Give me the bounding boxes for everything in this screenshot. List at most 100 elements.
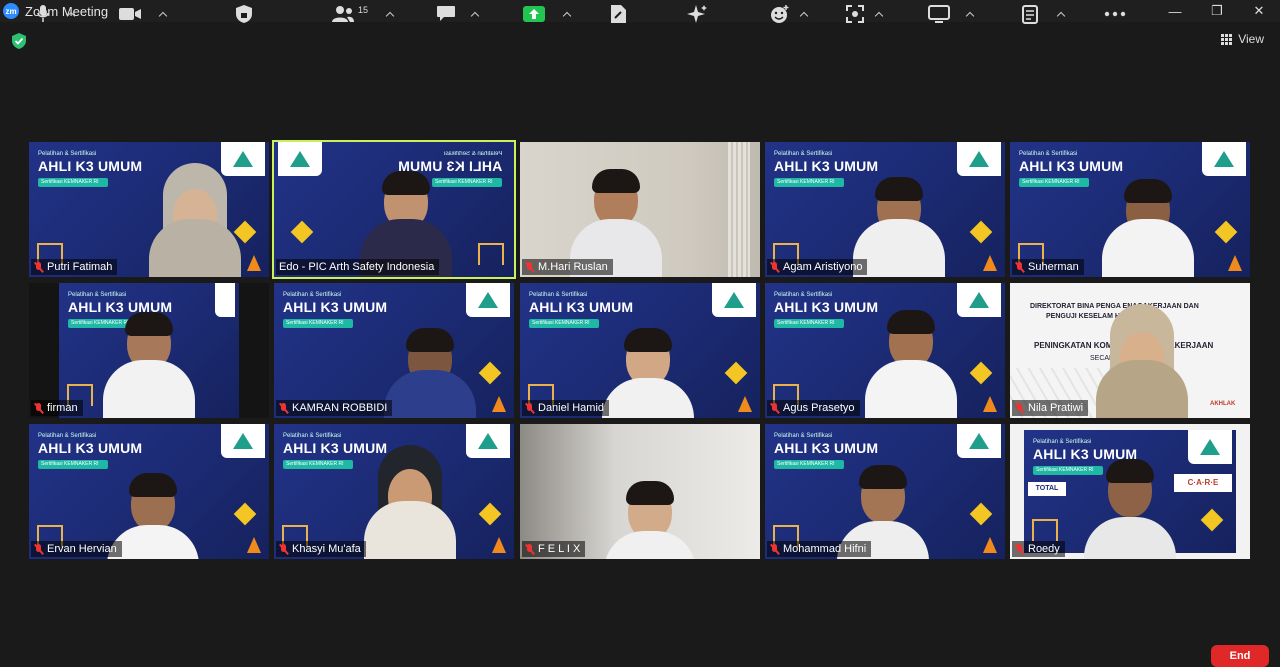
participant-name-tag: M.Hari Ruslan [522, 259, 613, 275]
warning-sign-icon [969, 361, 993, 385]
whiteboard-button[interactable] [608, 4, 628, 24]
video-tile[interactable]: M.Hari Ruslan [520, 142, 760, 277]
close-button[interactable]: ✕ [1238, 0, 1280, 22]
participant-video [1096, 304, 1188, 418]
view-options-button[interactable] [928, 4, 950, 24]
crane-icon [1032, 519, 1058, 541]
banner-pill: Sertifikasi KEMNAKER RI [283, 319, 353, 328]
video-tile[interactable]: Pelatihan & Sertifikasi AHLI K3 UMUM Ser… [520, 283, 760, 418]
end-meeting-button[interactable]: End [1211, 645, 1269, 667]
breakout-button[interactable] [845, 4, 865, 24]
caret-up-icon [1056, 11, 1066, 21]
participant-name: Putri Fatimah [47, 261, 113, 273]
video-tile[interactable]: Pelatihan & Sertifikasi AHLI K3 UMUM Ser… [765, 424, 1005, 559]
video-camera-icon [119, 8, 141, 20]
banner-title: AHLI K3 UMUM [283, 299, 388, 315]
participant-name: Agus Prasetyo [783, 402, 855, 414]
video-tile[interactable]: Pelatihan & Sertifikasi AHLI K3 UMUM Ser… [1010, 142, 1250, 277]
zoom-logo-icon: zm [3, 3, 19, 19]
traffic-cone-icon [738, 396, 752, 412]
traffic-cone-icon [247, 255, 261, 271]
more-button[interactable] [1104, 4, 1126, 24]
warning-sign-icon [969, 220, 993, 244]
participants-options-caret[interactable] [385, 4, 395, 24]
participant-name-tag: Roedy [1012, 541, 1065, 557]
participants-button[interactable]: 15 [331, 4, 368, 24]
view-options-caret[interactable] [965, 4, 975, 24]
company-logo-icon [1202, 142, 1246, 176]
video-tile[interactable]: Pelatihan & Sertifikasi AHLI K3 UMUM Ser… [29, 424, 269, 559]
banner-subtitle: Pelatihan & Sertifikasi [68, 292, 127, 298]
muted-mic-icon [34, 543, 43, 555]
participant-video [604, 451, 696, 559]
notes-button[interactable] [1021, 4, 1039, 24]
caret-up-icon [158, 11, 168, 21]
video-tile[interactable]: Pelatihan & Sertifikasi AHLI K3 UMUM Ser… [274, 283, 514, 418]
participant-name-tag: Agus Prasetyo [767, 400, 860, 416]
caret-up-icon [66, 11, 76, 21]
window-titlebar: zm Zoom Meeting — ❐ ✕ [0, 0, 1280, 22]
muted-mic-icon [279, 402, 288, 414]
reactions-button[interactable] [770, 4, 790, 24]
participant-name: Suherman [1028, 261, 1079, 273]
video-tile[interactable]: Pelatihan & Sertifikasi AHLI K3 UMUM Ser… [274, 424, 514, 559]
participant-name-tag: Putri Fatimah [31, 259, 118, 275]
traffic-cone-icon [983, 396, 997, 412]
banner-title: AHLI K3 UMUM [38, 158, 143, 174]
video-tile[interactable]: Pelatihan & Sertifikasi AHLI K3 UMUM Ser… [1010, 424, 1250, 559]
participant-name: Edo - PIC Arth Safety Indonesia [279, 261, 435, 273]
participant-video [1084, 451, 1176, 559]
muted-mic-icon [525, 402, 534, 414]
participant-name: M.Hari Ruslan [538, 261, 608, 273]
banner-pill: Sertifikasi KEMNAKER RI [774, 319, 844, 328]
restore-button[interactable]: ❐ [1196, 0, 1238, 22]
akhlak-logo: AKHLAK [1210, 401, 1236, 407]
breakout-options-caret[interactable] [874, 4, 884, 24]
participant-name-tag: F E L I X [522, 541, 586, 557]
warning-sign-icon [233, 502, 257, 526]
participant-name: Agam Aristiyono [783, 261, 863, 273]
audio-options-caret[interactable] [66, 4, 76, 24]
caret-up-icon [470, 11, 480, 21]
view-button[interactable]: View [1221, 32, 1264, 46]
participant-name-tag: Daniel Hamid [522, 400, 610, 416]
minimize-button[interactable]: — [1154, 0, 1196, 22]
participant-name-tag: KAMRAN ROBBIDI [276, 400, 393, 416]
traffic-cone-icon [983, 255, 997, 271]
muted-mic-icon [770, 402, 779, 414]
video-tile-active-speaker[interactable]: Pelatihan & Sertifikasi AHLI K3 UMUM Ser… [272, 140, 516, 279]
video-tile[interactable]: DIREKTORAT BINA PENGA ENAGAKERJAAN DAN P… [1010, 283, 1250, 418]
video-tile[interactable]: Pelatihan & Sertifikasi AHLI K3 UMUM Ser… [765, 283, 1005, 418]
share-options-caret[interactable] [562, 4, 572, 24]
participant-video [364, 445, 456, 559]
apps-button[interactable] [686, 4, 708, 24]
mute-button[interactable] [36, 4, 50, 24]
video-button[interactable] [118, 4, 142, 24]
banner-pill: Sertifikasi KEMNAKER RI [529, 319, 599, 328]
participant-video [103, 310, 195, 418]
chat-options-caret[interactable] [470, 4, 480, 24]
video-tile[interactable]: Pelatihan & Sertifikasi AHLI K3 UMUM Ser… [29, 142, 269, 277]
muted-mic-icon [1015, 261, 1024, 273]
video-tile[interactable]: Pelatihan & Sertifikasi AHLI K3 UMUM Ser… [765, 142, 1005, 277]
traffic-cone-icon [983, 537, 997, 553]
participant-name-tag: Mohammad Hifni [767, 541, 872, 557]
warning-sign-icon [290, 220, 314, 244]
microphone-icon [37, 5, 49, 22]
reactions-options-caret[interactable] [799, 4, 809, 24]
video-tile[interactable]: F E L I X [520, 424, 760, 559]
video-options-caret[interactable] [158, 4, 168, 24]
company-logo-icon [215, 283, 235, 317]
share-screen-button[interactable] [522, 4, 546, 24]
banner-subtitle: Pelatihan & Sertifikasi [283, 433, 342, 439]
notes-options-caret[interactable] [1056, 4, 1066, 24]
warning-sign-icon [969, 502, 993, 526]
video-tile[interactable]: Pelatihan & Sertifikasi AHLI K3 UMUM Ser… [29, 283, 269, 418]
banner-pill: Sertifikasi KEMNAKER RI [283, 460, 353, 469]
traffic-cone-icon [1228, 255, 1242, 271]
security-button[interactable] [235, 4, 253, 24]
company-logo-icon [712, 283, 756, 317]
company-logo-icon [221, 424, 265, 458]
chat-button[interactable] [436, 4, 456, 24]
encryption-shield-icon[interactable] [11, 32, 27, 50]
